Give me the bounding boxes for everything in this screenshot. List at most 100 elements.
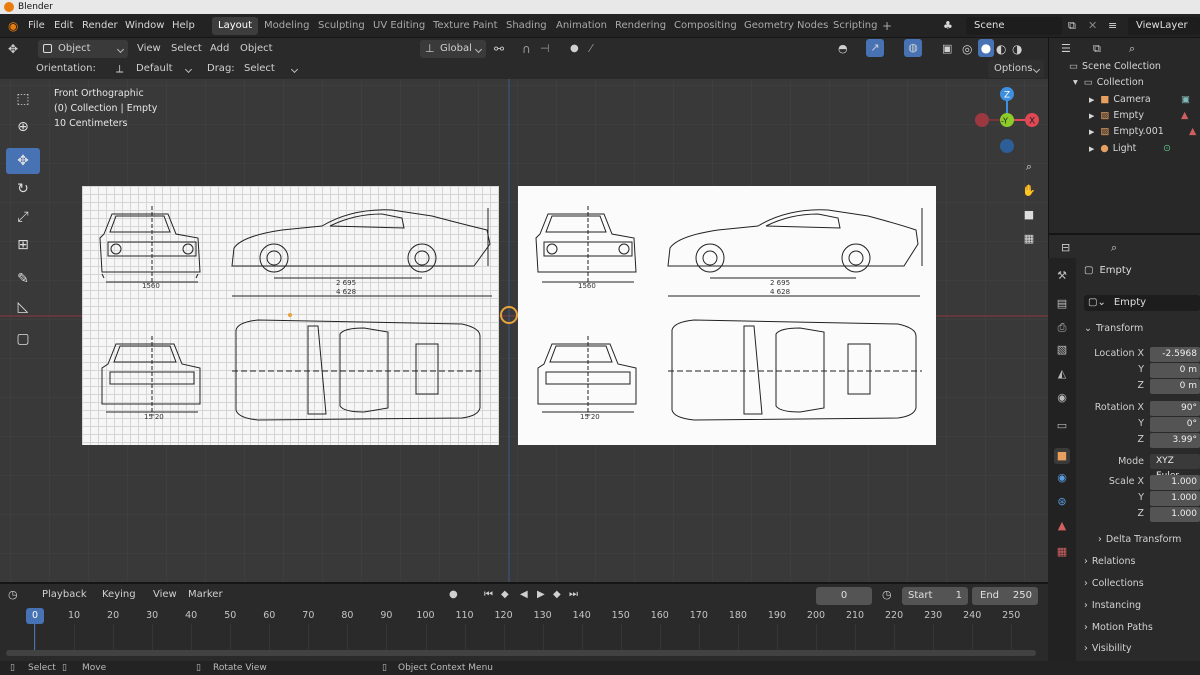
camera-view-icon[interactable]: ■ <box>1018 204 1040 226</box>
rotate-tool-icon[interactable]: ↻ <box>6 176 40 202</box>
new-scene-icon[interactable]: ⧉ <box>1068 14 1076 38</box>
prev-keyframe-icon[interactable]: ◆ <box>501 586 509 604</box>
image-data-icon[interactable]: ▲ <box>1189 124 1196 140</box>
blueprint-image-right[interactable]: 1560 2 695 4 628 15'20 <box>518 186 936 445</box>
relations-section[interactable]: › Relations <box>1084 553 1135 571</box>
xray-toggle-icon[interactable]: ▣ <box>942 40 952 58</box>
drag-mode-dropdown[interactable]: Select Box <box>238 60 302 92</box>
add-workspace-button[interactable]: + <box>876 17 898 35</box>
cursor-tool-icon[interactable]: ⊕ <box>6 114 40 140</box>
render-tab-icon[interactable]: ▤ <box>1054 296 1070 312</box>
ortho-grid-icon[interactable]: ▦ <box>1018 228 1040 250</box>
scene-name-field[interactable]: Scene <box>966 17 1062 35</box>
play-icon[interactable]: ▶ <box>537 586 545 604</box>
menu-render[interactable]: Render <box>82 14 118 38</box>
scale-z-field[interactable]: 1.000 <box>1150 507 1200 522</box>
view-layer-tab-icon[interactable]: ▧ <box>1054 342 1070 358</box>
view-layer-icon[interactable]: ≡ <box>1108 14 1117 38</box>
outliner-item-empty[interactable]: ▶ ▨ Empty ▲ <box>1089 108 1199 124</box>
viewport-menu-view[interactable]: View <box>137 40 161 58</box>
outliner-editor-icon[interactable]: ☰ <box>1061 40 1071 58</box>
object-tab-icon[interactable]: ■ <box>1054 448 1070 464</box>
texture-tab-icon[interactable]: ▦ <box>1054 544 1070 560</box>
tab-uv-editing[interactable]: UV Editing <box>367 17 431 35</box>
jump-end-icon[interactable]: ⏭ <box>569 586 578 604</box>
image-data-icon[interactable]: ▲ <box>1181 108 1188 124</box>
properties-editor-icon[interactable]: ⊟ <box>1061 239 1070 257</box>
motion-paths-section[interactable]: › Motion Paths <box>1084 619 1153 637</box>
play-reverse-icon[interactable]: ◀ <box>520 586 528 604</box>
zoom-icon[interactable]: ⌕ <box>1018 156 1040 178</box>
delta-transform-section[interactable]: › Delta Transform <box>1098 531 1181 549</box>
object-name-row[interactable]: ▢ Empty <box>1084 265 1132 276</box>
current-frame-field[interactable]: 0 <box>816 587 872 605</box>
select-box-tool-icon[interactable]: ⬚ <box>6 86 40 112</box>
display-mode-icon[interactable]: ⧉ <box>1093 40 1101 58</box>
options-dropdown[interactable]: Options <box>988 60 1044 78</box>
expand-arrow-icon[interactable]: ▶ <box>1089 96 1094 104</box>
menu-help[interactable]: Help <box>172 14 195 38</box>
collection-row[interactable]: ▾ ▭ Collection <box>1073 75 1144 91</box>
timeline-menu-keying[interactable]: Keying <box>102 586 136 604</box>
tab-rendering[interactable]: Rendering <box>609 17 672 35</box>
scene-selector-icon[interactable]: ♣ <box>943 14 953 38</box>
rotation-z-field[interactable]: 3.99° <box>1150 433 1200 448</box>
scene-collection-row[interactable]: ▭ Scene Collection <box>1069 59 1161 75</box>
snap-icon[interactable]: ∩ <box>522 40 531 58</box>
world-tab-icon[interactable]: ◉ <box>1054 390 1070 406</box>
visibility-icon[interactable]: ◓ <box>838 40 848 58</box>
measure-tool-icon[interactable]: ◺ <box>6 294 40 320</box>
add-cube-tool-icon[interactable]: ▢ <box>6 326 40 352</box>
editor-type-icon[interactable]: ✥ <box>8 40 18 58</box>
timeline-menu-marker[interactable]: Marker <box>188 586 223 604</box>
shading-material-icon[interactable]: ◐ <box>996 40 1006 58</box>
viewport-menu-object[interactable]: Object <box>240 40 273 58</box>
outliner-item-empty-001[interactable]: ▶ ▨ Empty.001 ▲ <box>1089 124 1199 140</box>
gizmo-toggle-icon[interactable]: ↗ <box>866 39 884 57</box>
end-frame-field[interactable]: End 250 <box>972 587 1038 605</box>
proportional-edit-icon[interactable]: ● <box>570 40 579 58</box>
properties-search-icon[interactable]: ⌕ <box>1111 239 1117 257</box>
delete-scene-icon[interactable]: ✕ <box>1088 14 1097 38</box>
tab-compositing[interactable]: Compositing <box>668 17 743 35</box>
rotation-y-field[interactable]: 0° <box>1150 417 1200 432</box>
scale-y-field[interactable]: 1.000 <box>1150 491 1200 506</box>
rotation-x-field[interactable]: 90° <box>1150 401 1200 416</box>
menu-edit[interactable]: Edit <box>54 14 73 38</box>
overlay-toggle-icon[interactable]: ◍ <box>904 39 922 57</box>
camera-data-icon[interactable]: ▣ <box>1181 92 1190 108</box>
snap-target-icon[interactable]: ⊣ <box>540 40 550 58</box>
location-x-field[interactable]: -2.5968 <box>1150 347 1200 362</box>
visibility-section[interactable]: › Visibility <box>1084 640 1132 658</box>
pivot-point-icon[interactable]: ⚯ <box>494 40 504 58</box>
jump-start-icon[interactable]: ⏮ <box>484 586 493 604</box>
tab-geometry-nodes[interactable]: Geometry Nodes <box>738 17 834 35</box>
scale-x-field[interactable]: 1.000 <box>1150 475 1200 490</box>
record-icon[interactable]: ● <box>449 586 458 604</box>
rotation-mode-dropdown[interactable]: XYZ Euler <box>1150 454 1200 481</box>
orientation-default-dropdown[interactable]: Default <box>130 60 196 78</box>
preview-range-icon[interactable]: ◷ <box>882 586 892 604</box>
transform-orientation-dropdown[interactable]: ⊥ Global <box>420 40 486 58</box>
timeline-editor-icon[interactable]: ◷ <box>8 586 18 604</box>
tab-animation[interactable]: Animation <box>550 17 613 35</box>
navigation-gizmo[interactable]: Z X -Y <box>970 82 1042 154</box>
shading-wireframe-icon[interactable]: ◎ <box>962 40 972 58</box>
viewport-menu-select[interactable]: Select <box>171 40 202 58</box>
data-tab-icon[interactable]: ▲ <box>1054 518 1070 534</box>
timeline-scrollbar[interactable] <box>6 650 1036 656</box>
object-datablock-field[interactable]: ▢⌄ Empty <box>1084 295 1200 311</box>
constraints-tab-icon[interactable]: ⊛ <box>1054 494 1070 510</box>
location-z-field[interactable]: 0 m <box>1150 379 1200 394</box>
output-tab-icon[interactable]: ⎙ <box>1054 320 1070 336</box>
tab-scripting[interactable]: Scripting <box>827 17 883 35</box>
transform-tool-icon[interactable]: ⊞ <box>6 232 40 258</box>
shading-rendered-icon[interactable]: ◑ <box>1012 40 1022 58</box>
location-y-field[interactable]: 0 m <box>1150 363 1200 378</box>
expand-arrow-icon[interactable]: ▾ <box>1073 77 1078 88</box>
expand-arrow-icon[interactable]: ▶ <box>1089 145 1094 153</box>
tab-texture-paint[interactable]: Texture Paint <box>427 17 504 35</box>
tool-tab-icon[interactable]: ⚒ <box>1054 268 1070 284</box>
timeline-menu-view[interactable]: View <box>153 586 177 604</box>
menu-file[interactable]: File <box>28 14 45 38</box>
